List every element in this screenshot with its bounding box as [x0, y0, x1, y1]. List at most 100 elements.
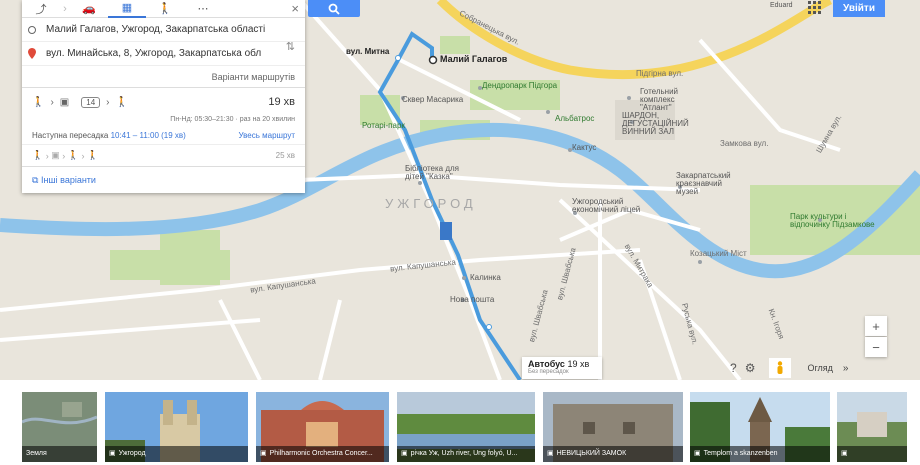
camera-icon: ▣ [841, 450, 848, 457]
bus-info-line: Автобус 19 хв [528, 359, 596, 369]
camera-icon: ▣ [694, 450, 701, 457]
camera-icon: ▣ [260, 450, 267, 457]
mode-separator: › [63, 2, 67, 15]
map-label-lyceum: Ужгородський економічний ліцей [572, 197, 641, 214]
origin-marker[interactable] [428, 55, 438, 65]
bus-icon: ▣ [51, 150, 60, 160]
user-name[interactable]: Eduard [770, 2, 793, 9]
next-transfer-row: Наступна пересадка 10:41 – 11:00 (19 хв)… [32, 131, 295, 140]
origin-field[interactable]: Малий Галагов, Ужгород, Закарпатська обл… [22, 18, 305, 42]
photo-caption: ▣ [837, 446, 907, 462]
car-icon[interactable]: 🚗 [70, 0, 108, 18]
route-duration-2: 25 хв [275, 151, 295, 160]
travel-modes: ⤴ › 🚗 ▦ 🚶 ⋯ × [22, 0, 305, 18]
sign-in-button[interactable]: Увійти [833, 0, 885, 17]
bus-icon: ▣ [59, 96, 70, 108]
directions-icon[interactable]: ⤴ [22, 0, 60, 18]
bus-info-title: Автобус [528, 359, 565, 369]
zoom-out-button[interactable]: − [865, 337, 887, 357]
photo-caption: Земля [22, 446, 97, 462]
zoom-in-button[interactable]: + [865, 316, 887, 336]
map-label-albatros: Альбатрос [555, 114, 595, 123]
map-label-kalynka: Калинка [470, 273, 501, 282]
apps-grid-icon[interactable] [808, 1, 822, 15]
full-route-link[interactable]: Увесь маршрут [239, 131, 295, 140]
photo-thumb-uzh-river[interactable]: ▣ річка Уж, Uzh river, Ung folyó, U... [397, 392, 535, 462]
origin-text: Малий Галагов, Ужгород, Закарпатська обл… [46, 24, 266, 35]
map-label-uzhhorod: УЖГОРОД [385, 196, 477, 211]
route-option-1[interactable]: 🚶 › ▣ 14 › 🚶 19 хв Пн-Нд: 05:30–21:30 · … [22, 88, 305, 145]
walk-icon: 🚶 [32, 96, 45, 108]
close-icon[interactable]: × [291, 1, 299, 16]
map-label-zamkova: Замкова вул. [720, 139, 769, 148]
photo-caption: ▣ НЕВИЦЬКИЙ ЗАМОК [543, 446, 683, 462]
camera-icon: ▣ [109, 450, 116, 457]
map-label-dendropark: Дендропарк Підгора [482, 81, 558, 90]
map-label-pidhirna: Підгірна вул. [636, 69, 684, 78]
park-area [110, 250, 230, 280]
pin-icon [28, 48, 36, 59]
map-label-museum: Закарпатський краєзнавчий музей [676, 171, 731, 196]
route-options-link[interactable]: Варіанти маршрутів [22, 66, 305, 88]
bus-info-card[interactable]: Автобус 19 хв Без пересадок [522, 357, 602, 379]
camera-icon: ▣ [401, 450, 408, 457]
map-label-bridge: Козацький Міст [690, 249, 747, 258]
photo-thumb-uzhhorod[interactable]: ▣ Ужгород [105, 392, 248, 462]
walk-icon: 🚶 [32, 150, 44, 160]
swap-icon[interactable]: ⇅ [286, 40, 295, 53]
route-duration: 19 хв [268, 96, 295, 108]
destination-field[interactable]: вул. Минайська, 8, Ужгород, Закарпатська… [22, 42, 305, 66]
photo-caption: ▣ Ужгород [105, 446, 248, 462]
chevron-icon: › [106, 96, 110, 108]
map-label-mytna: вул. Митна [346, 47, 390, 56]
photo-caption: ▣ Philharmonic Orchestra Concer... [256, 446, 389, 462]
camera-icon: ▣ [547, 450, 554, 457]
settings-icon[interactable]: ⚙ [745, 361, 756, 375]
pegman-icon[interactable] [769, 358, 792, 378]
photo-thumb-philharmonic[interactable]: ▣ Philharmonic Orchestra Concer... [256, 392, 389, 462]
route-schedule: Пн-Нд: 05:30–21:30 · раз на 20 хвилин [170, 116, 295, 123]
map-label-kaktus: Кактус [572, 143, 597, 152]
map-label-nova-poshta: Нова пошта [450, 295, 495, 304]
next-transfer-label: Наступна пересадка [32, 131, 109, 140]
map-label-malyi-halahov: Малий Галагов [440, 54, 508, 64]
help-icon[interactable]: ? [730, 361, 737, 375]
search-button[interactable] [308, 0, 360, 17]
bus-icon[interactable]: ▦ [108, 0, 146, 18]
origin-dot-icon [28, 25, 36, 34]
next-transfer-time[interactable]: 10:41 – 11:00 (19 хв) [111, 131, 186, 140]
chevron-icon: › [50, 96, 54, 108]
walk-icon[interactable]: 🚶 [146, 0, 184, 18]
destination-text: вул. Минайська, 8, Ужгород, Закарпатська… [46, 48, 262, 59]
map-bottom-controls: ? ⚙ Огляд » [730, 357, 890, 379]
bus-stop-marker[interactable] [440, 222, 452, 240]
bus-number-badge: 14 [81, 96, 101, 108]
photo-caption: ▣ річка Уж, Uzh river, Ung folyó, U... [397, 446, 535, 462]
photo-thumb-castle[interactable]: ▣ НЕВИЦЬКИЙ ЗАМОК [543, 392, 683, 462]
search-icon [328, 3, 340, 15]
photo-thumb-7[interactable]: ▣ [837, 392, 907, 462]
map-label-library: Бібліотека для дітей "Казка" [405, 164, 460, 181]
map-label-shardon: ШАРДОН, ДЕГУСТАЦІЙНИЙ ВИННИЙ ЗАЛ [622, 111, 689, 136]
more-icon[interactable]: ⋯ [184, 0, 222, 18]
photo-strip: Земля ▣ Ужгород ▣ Philharmonic Orchestra C… [0, 380, 920, 465]
options-icon: ⧉ [32, 175, 39, 185]
stop-marker[interactable] [395, 55, 401, 61]
other-options-label: Інші варіанти [40, 175, 96, 185]
map-label-atlant: Готельний комплекс "Атлант" [640, 87, 679, 112]
review-label[interactable]: Огляд [807, 363, 832, 373]
bus-info-duration: 19 хв [567, 359, 590, 369]
chevron-icon[interactable]: » [843, 363, 849, 374]
stop-marker[interactable] [486, 324, 492, 330]
directions-panel: ⤴ › 🚗 ▦ 🚶 ⋯ × Малий Галагов, Ужгород, За… [22, 0, 305, 193]
photo-thumb-templom[interactable]: ▣ Templom a skanzenben [690, 392, 830, 462]
map-label-park: Парк культури і відпочинку Підзамкове [790, 212, 875, 229]
route-option-2[interactable]: 🚶 › ▣ › 🚶 › 🚶 25 хв [22, 145, 305, 167]
route-steps: 🚶 › ▣ 14 › 🚶 [32, 94, 295, 110]
bus-info-sub: Без пересадок [528, 369, 569, 375]
walk-icon: 🚶 [115, 96, 128, 108]
walk-icon: 🚶 [67, 150, 79, 160]
other-options-link[interactable]: ⧉ Інші варіанти [22, 167, 305, 193]
walk-icon: 🚶 [86, 150, 99, 160]
photo-thumb-earth[interactable]: Земля [22, 392, 97, 462]
